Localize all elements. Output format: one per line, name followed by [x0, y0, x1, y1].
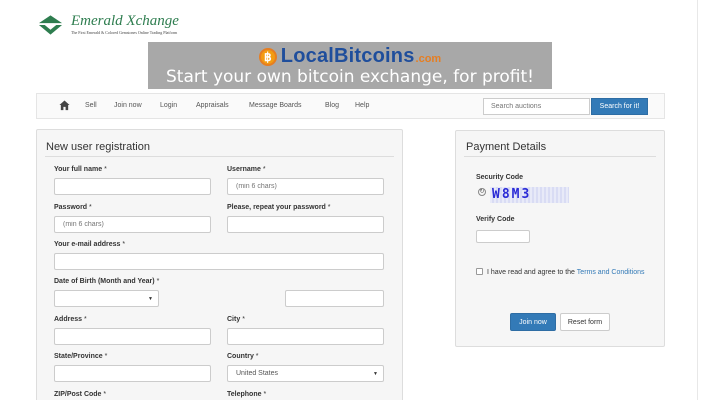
agree-terms-text: I have read and agree to the Terms and C…: [487, 269, 645, 276]
city-input[interactable]: [227, 328, 384, 345]
nav-link-help[interactable]: Help: [355, 102, 369, 109]
nav-link-message-boards[interactable]: Message Boards: [249, 102, 302, 109]
nav-link-login[interactable]: Login: [160, 102, 177, 109]
localbitcoins-banner[interactable]: ฿ LocalBitcoins .com Start your own bitc…: [148, 42, 552, 89]
home-icon[interactable]: [59, 100, 70, 111]
agree-terms-checkbox[interactable]: [476, 268, 483, 275]
search-button[interactable]: Search for it!: [591, 98, 648, 115]
repeat-password-input[interactable]: [227, 216, 384, 233]
payment-panel: Payment Details Security Code ↻ W8M3 Ver…: [455, 130, 665, 347]
email-label: Your e-mail address *: [54, 241, 126, 248]
scrollbar-track[interactable]: [697, 0, 698, 400]
payment-divider: [464, 156, 656, 157]
payment-title: Payment Details: [466, 141, 547, 153]
country-select[interactable]: United States ▼: [227, 365, 384, 382]
search-auctions-input[interactable]: [483, 98, 590, 115]
chevron-down-icon: ▼: [373, 371, 378, 377]
banner-tagline: Start your own bitcoin exchange, for pro…: [166, 67, 534, 87]
username-label: Username *: [227, 166, 266, 173]
city-label: City *: [227, 316, 245, 323]
refresh-captcha-icon[interactable]: ↻: [478, 188, 486, 196]
chevron-down-icon: ▼: [148, 296, 153, 302]
banner-brand: LocalBitcoins: [280, 45, 415, 67]
email-input[interactable]: [54, 253, 384, 270]
full-name-input[interactable]: [54, 178, 211, 195]
address-label: Address *: [54, 316, 87, 323]
country-select-value: United States: [236, 370, 279, 377]
telephone-label: Telephone *: [227, 391, 267, 398]
nav-link-blog[interactable]: Blog: [325, 102, 339, 109]
dob-year-input[interactable]: [285, 290, 384, 307]
captcha-image: W8M3: [490, 187, 569, 203]
nav-link-join-now[interactable]: Join now: [114, 102, 142, 109]
site-logo[interactable]: Emerald Xchange The First Emerald & Colo…: [38, 13, 179, 36]
password-input[interactable]: [54, 216, 211, 233]
verify-code-label: Verify Code: [476, 216, 515, 223]
nav-link-appraisals[interactable]: Appraisals: [196, 102, 229, 109]
username-input[interactable]: [227, 178, 384, 195]
full-name-label: Your full name *: [54, 166, 107, 173]
dob-label: Date of Birth (Month and Year) *: [54, 278, 160, 285]
state-input[interactable]: [54, 365, 211, 382]
emerald-logo-icon: [38, 15, 63, 35]
security-code-label: Security Code: [476, 174, 524, 181]
state-label: State/Province *: [54, 353, 108, 360]
terms-link[interactable]: Terms and Conditions: [577, 269, 645, 276]
password-label: Password *: [54, 204, 92, 211]
repeat-password-label: Please, repeat your password *: [227, 204, 331, 211]
banner-brand-suffix: .com: [415, 53, 442, 65]
registration-title: New user registration: [46, 141, 150, 153]
logo-title: Emerald Xchange: [71, 13, 179, 29]
registration-divider: [45, 156, 394, 157]
nav-link-sell[interactable]: Sell: [85, 102, 97, 109]
logo-tagline: The First Emerald & Colored Gemstones On…: [71, 30, 178, 35]
main-navbar: Sell Join now Login Appraisals Message B…: [36, 93, 665, 119]
registration-panel: New user registration Your full name * U…: [36, 129, 403, 400]
zip-label: ZIP/Post Code *: [54, 391, 107, 398]
dob-month-select[interactable]: ▼: [54, 290, 159, 307]
join-now-button[interactable]: Join now: [510, 313, 556, 331]
country-label: Country *: [227, 353, 259, 360]
bitcoin-icon: ฿: [258, 47, 277, 66]
reset-form-button[interactable]: Reset form: [560, 313, 610, 331]
verify-code-input[interactable]: [476, 230, 530, 243]
address-input[interactable]: [54, 328, 211, 345]
